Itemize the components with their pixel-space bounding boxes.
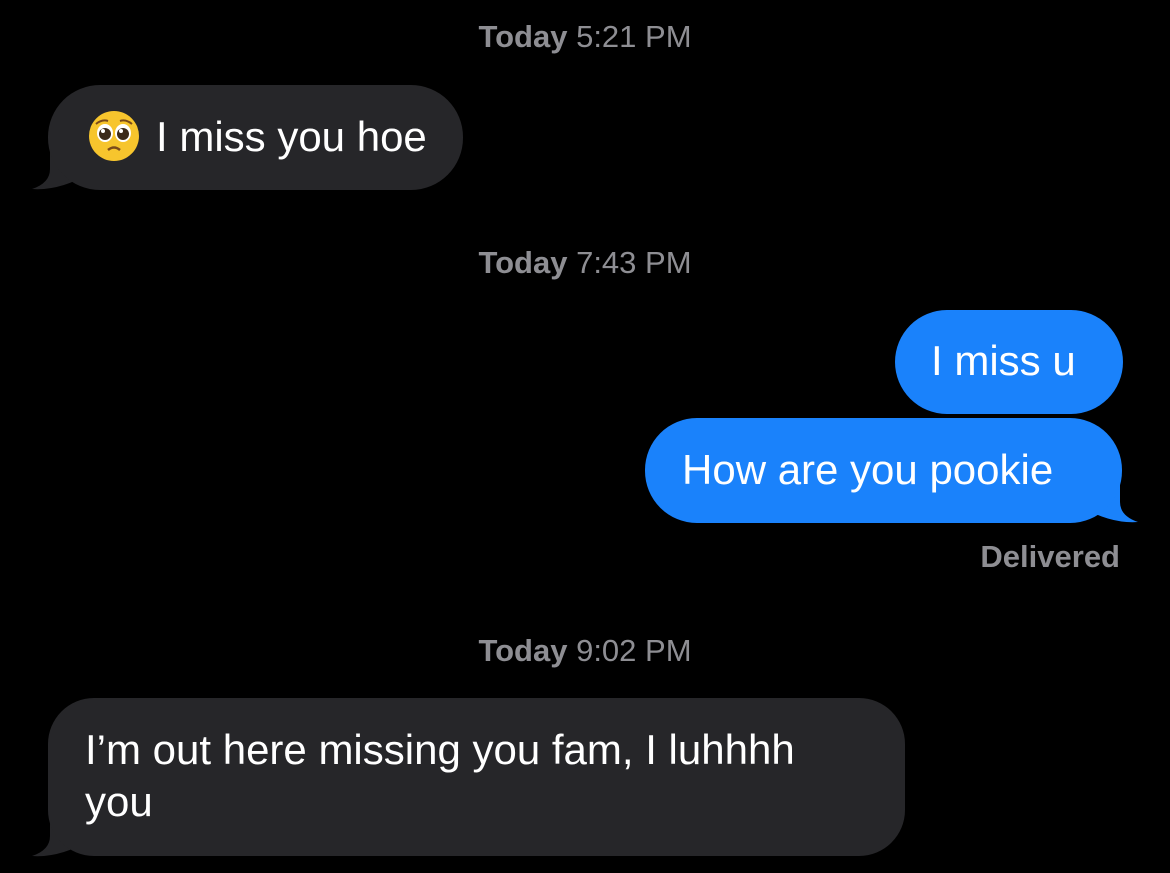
timestamp-time: 7:43 PM [576,245,692,280]
timestamp-header: Today 9:02 PM [0,633,1170,669]
timestamp-time: 5:21 PM [576,19,692,54]
incoming-message-bubble[interactable]: I’m out here missing you fam, I luhhhh y… [48,698,905,856]
timestamp-day: Today [478,633,568,668]
outgoing-message-bubble[interactable]: I miss u [895,310,1123,414]
pleading-face-emoji-icon [88,110,140,162]
timestamp-day: Today [478,245,568,280]
message-text: I’m out here missing you fam, I luhhhh y… [85,726,795,825]
timestamp-header: Today 7:43 PM [0,245,1170,281]
incoming-message-bubble[interactable]: I miss you hoe [48,85,463,190]
message-text: I miss u [931,337,1076,384]
message-text: I miss you hoe [156,113,427,160]
message-text: How are you pookie [682,446,1054,493]
delivered-status: Delivered [980,539,1120,574]
timestamp-day: Today [478,19,568,54]
timestamp-time: 9:02 PM [576,633,692,668]
timestamp-header: Today 5:21 PM [0,19,1170,55]
outgoing-message-bubble[interactable]: How are you pookie [645,418,1122,523]
